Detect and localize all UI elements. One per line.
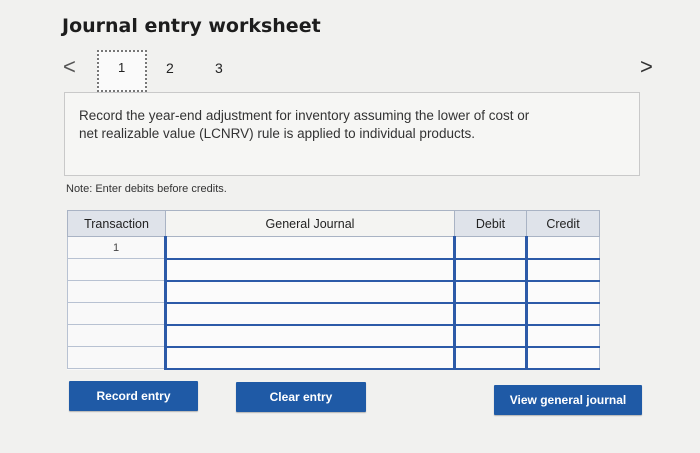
- header-debit: Debit: [454, 210, 527, 237]
- debit-input[interactable]: [453, 258, 527, 282]
- transaction-cell: [67, 258, 166, 281]
- transaction-cell: [67, 324, 166, 347]
- debit-input[interactable]: [453, 280, 527, 304]
- transaction-cell: [67, 346, 166, 369]
- journal-table: Transaction General Journal Debit Credit…: [67, 210, 600, 370]
- page-title: Journal entry worksheet: [62, 15, 321, 37]
- credit-input[interactable]: [525, 258, 600, 282]
- view-general-journal-button[interactable]: View general journal: [494, 385, 642, 415]
- record-entry-button[interactable]: Record entry: [69, 381, 198, 411]
- table-row: [67, 280, 600, 304]
- transaction-cell: [67, 280, 166, 303]
- header-transaction: Transaction: [67, 210, 166, 237]
- general-journal-input[interactable]: [164, 280, 455, 304]
- step-3[interactable]: 3: [215, 60, 223, 76]
- table-row: [67, 346, 600, 370]
- general-journal-input[interactable]: [164, 236, 455, 260]
- transaction-cell: 1: [67, 236, 166, 259]
- debit-input[interactable]: [453, 324, 527, 348]
- next-arrow-icon[interactable]: >: [640, 56, 653, 78]
- credit-input[interactable]: [525, 324, 600, 348]
- transaction-cell: [67, 302, 166, 325]
- debit-input[interactable]: [453, 302, 527, 326]
- header-general-journal: General Journal: [165, 210, 455, 237]
- credit-input[interactable]: [525, 346, 600, 370]
- general-journal-input[interactable]: [164, 346, 455, 370]
- table-row: [67, 302, 600, 326]
- instruction-line-1: Record the year-end adjustment for inven…: [79, 108, 530, 123]
- credit-input[interactable]: [525, 280, 600, 304]
- step-1[interactable]: 1: [118, 60, 125, 75]
- table-row: [67, 324, 600, 348]
- credit-input[interactable]: [525, 236, 600, 260]
- general-journal-input[interactable]: [164, 324, 455, 348]
- step-2[interactable]: 2: [166, 60, 174, 76]
- journal-header-row: Transaction General Journal Debit Credit: [67, 210, 600, 237]
- prev-arrow-icon[interactable]: <: [63, 56, 76, 78]
- table-row: 1: [67, 236, 600, 260]
- debit-input[interactable]: [453, 236, 527, 260]
- header-credit: Credit: [526, 210, 600, 237]
- instruction-panel: Record the year-end adjustment for inven…: [64, 92, 640, 176]
- clear-entry-button[interactable]: Clear entry: [236, 382, 366, 412]
- table-row: [67, 258, 600, 282]
- debit-input[interactable]: [453, 346, 527, 370]
- instruction-line-2: net realizable value (LCNRV) rule is app…: [79, 126, 475, 141]
- general-journal-input[interactable]: [164, 258, 455, 282]
- general-journal-input[interactable]: [164, 302, 455, 326]
- credit-input[interactable]: [525, 302, 600, 326]
- note-text: Note: Enter debits before credits.: [66, 183, 227, 195]
